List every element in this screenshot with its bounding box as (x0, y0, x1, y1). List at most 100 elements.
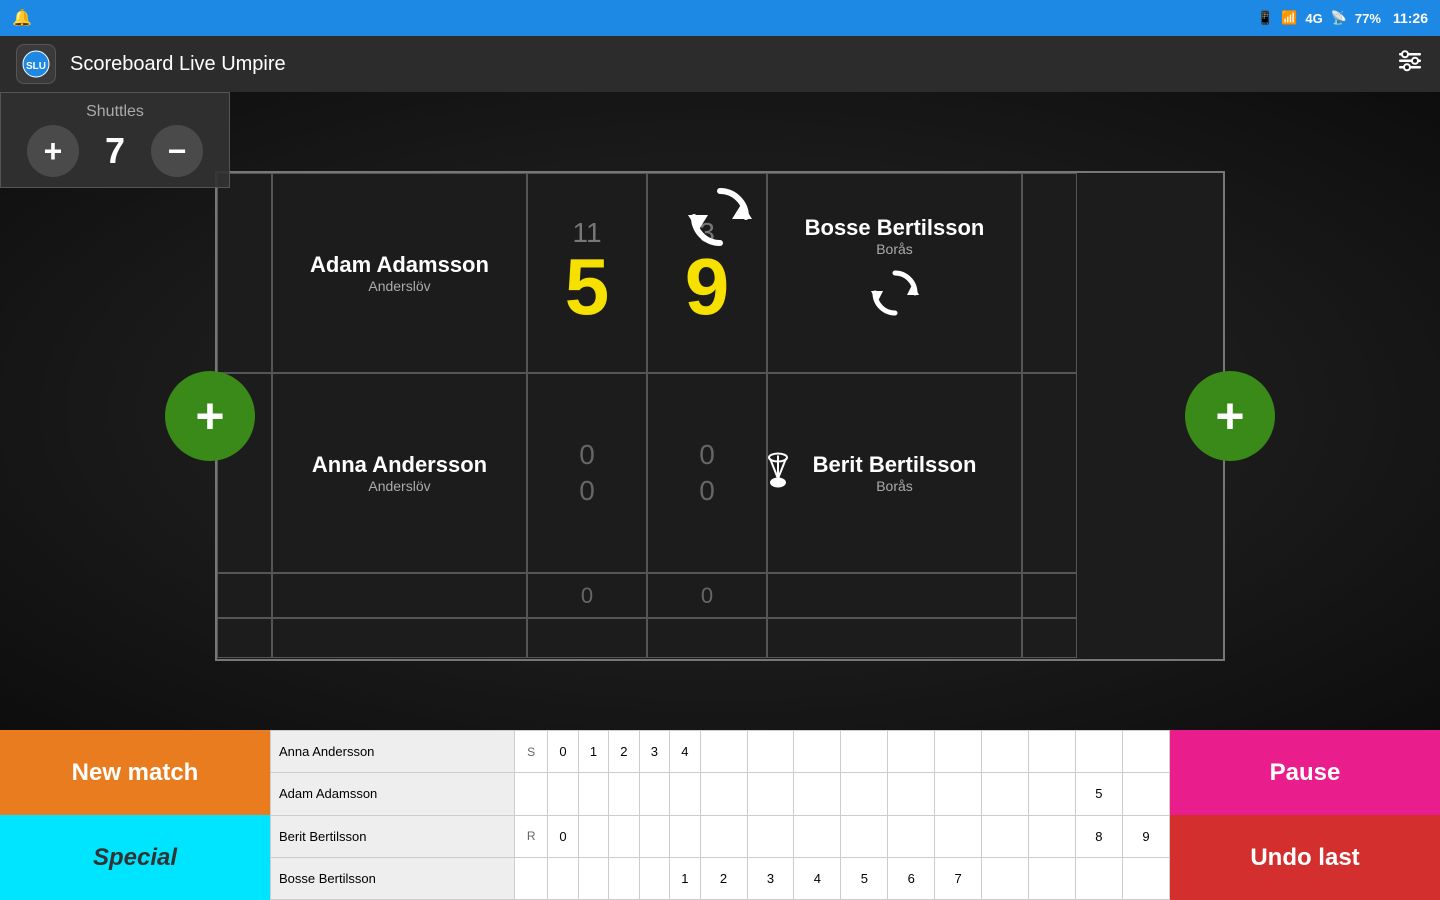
score-berit-7 (794, 815, 841, 857)
score-marker-berit: R (515, 815, 548, 857)
player-bottom-left-name: Anna Andersson (312, 452, 487, 478)
score-berit-11 (982, 815, 1029, 857)
court-cell-r4c4 (647, 618, 767, 658)
court-cell-r1c1 (217, 173, 272, 373)
score-adam-5 (700, 773, 747, 815)
score-anna-7 (794, 731, 841, 773)
court-cell-r4c5 (767, 618, 1022, 658)
score-bosse-6: 3 (747, 857, 794, 899)
score-anna-13 (1075, 731, 1122, 773)
score-anna-8 (841, 731, 888, 773)
player-bottom-right-name: Berit Bertilsson (813, 452, 977, 478)
score-berit-2 (609, 815, 639, 857)
score-bosse-14 (1122, 857, 1169, 899)
score-berit-8 (841, 815, 888, 857)
swap-button[interactable] (684, 181, 756, 256)
score-anna-11 (982, 731, 1029, 773)
shuttle-add-button[interactable]: + (27, 125, 79, 177)
shuttlecock-icon (760, 451, 796, 496)
right-buttons: Pause Undo last (1170, 730, 1440, 900)
main-content: Shuttles + 7 − + Adam Adamsson Anderslöv (0, 92, 1440, 730)
score-anna-14 (1122, 731, 1169, 773)
score-b2-left: 0 (581, 583, 593, 609)
score-berit-13: 8 (1075, 815, 1122, 857)
score-berit-4 (670, 815, 700, 857)
court-cell-r4c3 (527, 618, 647, 658)
score-set-left-1: 0 (579, 441, 595, 469)
score-adam-2 (609, 773, 639, 815)
score-bosse-5: 2 (700, 857, 747, 899)
settings-icon[interactable] (1396, 47, 1424, 82)
left-plus-icon: + (195, 391, 224, 441)
score-adam-1 (578, 773, 608, 815)
app-logo: SLU (16, 44, 56, 84)
score-berit-0: 0 (548, 815, 578, 857)
score-adam-0 (548, 773, 578, 815)
wifi-icon: 📶 (1281, 10, 1297, 26)
notification-icon: 🔔 (12, 8, 32, 28)
court-cell-r3c6 (1022, 573, 1077, 618)
score-bottom2-right: 0 (647, 573, 767, 618)
left-buttons: New match Special (0, 730, 270, 900)
court-cell-r1c6 (1022, 173, 1077, 373)
signal-icon: 📡 (1331, 10, 1347, 26)
shuttle-minus-icon: − (168, 133, 187, 170)
score-b2-right: 0 (701, 583, 713, 609)
player-top-right-name: Bosse Bertilsson (805, 215, 985, 241)
score-adam-3 (639, 773, 669, 815)
score-anna-5 (700, 731, 747, 773)
player-top-right-city: Borås (876, 241, 913, 257)
left-add-score-button[interactable]: + (165, 371, 255, 461)
score-adam-8 (841, 773, 888, 815)
svg-text:SLU: SLU (26, 61, 46, 72)
court-cell-r4c1 (217, 618, 272, 658)
battery-label: 77% (1355, 11, 1381, 26)
right-add-score-button[interactable]: + (1185, 371, 1275, 461)
score-row-adam: Adam Adamsson 5 (271, 773, 1170, 815)
score-bosse-9: 6 (888, 857, 935, 899)
score-marker-anna: S (515, 731, 548, 773)
score-bosse-4: 1 (670, 857, 700, 899)
score-top-left-cell: 11 5 (527, 173, 647, 373)
score-anna-12 (1029, 731, 1076, 773)
sync-icon (867, 265, 923, 331)
court-cell-r2c6 (1022, 373, 1077, 573)
score-adam-7 (794, 773, 841, 815)
undo-last-button[interactable]: Undo last (1170, 815, 1440, 900)
score-adam-14 (1122, 773, 1169, 815)
new-match-button[interactable]: New match (0, 730, 270, 815)
score-berit-5 (700, 815, 747, 857)
score-anna-10 (935, 731, 982, 773)
score-anna-9 (888, 731, 935, 773)
shuttle-minus-button[interactable]: − (151, 125, 203, 177)
shuttle-add-icon: + (44, 133, 63, 170)
score-adam-6 (747, 773, 794, 815)
score-bosse-8: 5 (841, 857, 888, 899)
network-label: 4G (1305, 11, 1322, 26)
score-anna-3: 3 (639, 731, 669, 773)
player-bottom-right-cell: Berit Bertilsson Borås (767, 373, 1022, 573)
bottom-panel: New match Special Anna Andersson S 0 1 2… (0, 730, 1440, 900)
score-bosse-10: 7 (935, 857, 982, 899)
score-anna-6 (747, 731, 794, 773)
score-adam-13: 5 (1075, 773, 1122, 815)
shuttles-count: 7 (95, 130, 135, 172)
status-right: 📱 📶 4G 📡 77% 11:26 (1257, 10, 1428, 26)
status-bar: 🔔 📱 📶 4G 📡 77% 11:26 (0, 0, 1440, 36)
score-anna-2: 2 (609, 731, 639, 773)
score-table: Anna Andersson S 0 1 2 3 4 (270, 730, 1170, 900)
special-button[interactable]: Special (0, 815, 270, 900)
app-logo-icon: SLU (21, 49, 51, 79)
score-adam-12 (1029, 773, 1076, 815)
court-cell-r3c1 (217, 573, 272, 618)
score-row-berit: Berit Bertilsson R 0 8 9 (271, 815, 1170, 857)
score-berit-9 (888, 815, 935, 857)
court-cell-r4c2 (272, 618, 527, 658)
score-bottom-right-cell: 0 0 (647, 373, 767, 573)
score-bottom-left-cell: 0 0 (527, 373, 647, 573)
score-row-anna: Anna Andersson S 0 1 2 3 4 (271, 731, 1170, 773)
time-label: 11:26 (1393, 10, 1428, 26)
pause-button[interactable]: Pause (1170, 730, 1440, 815)
score-berit-1 (578, 815, 608, 857)
score-marker-adam (515, 773, 548, 815)
